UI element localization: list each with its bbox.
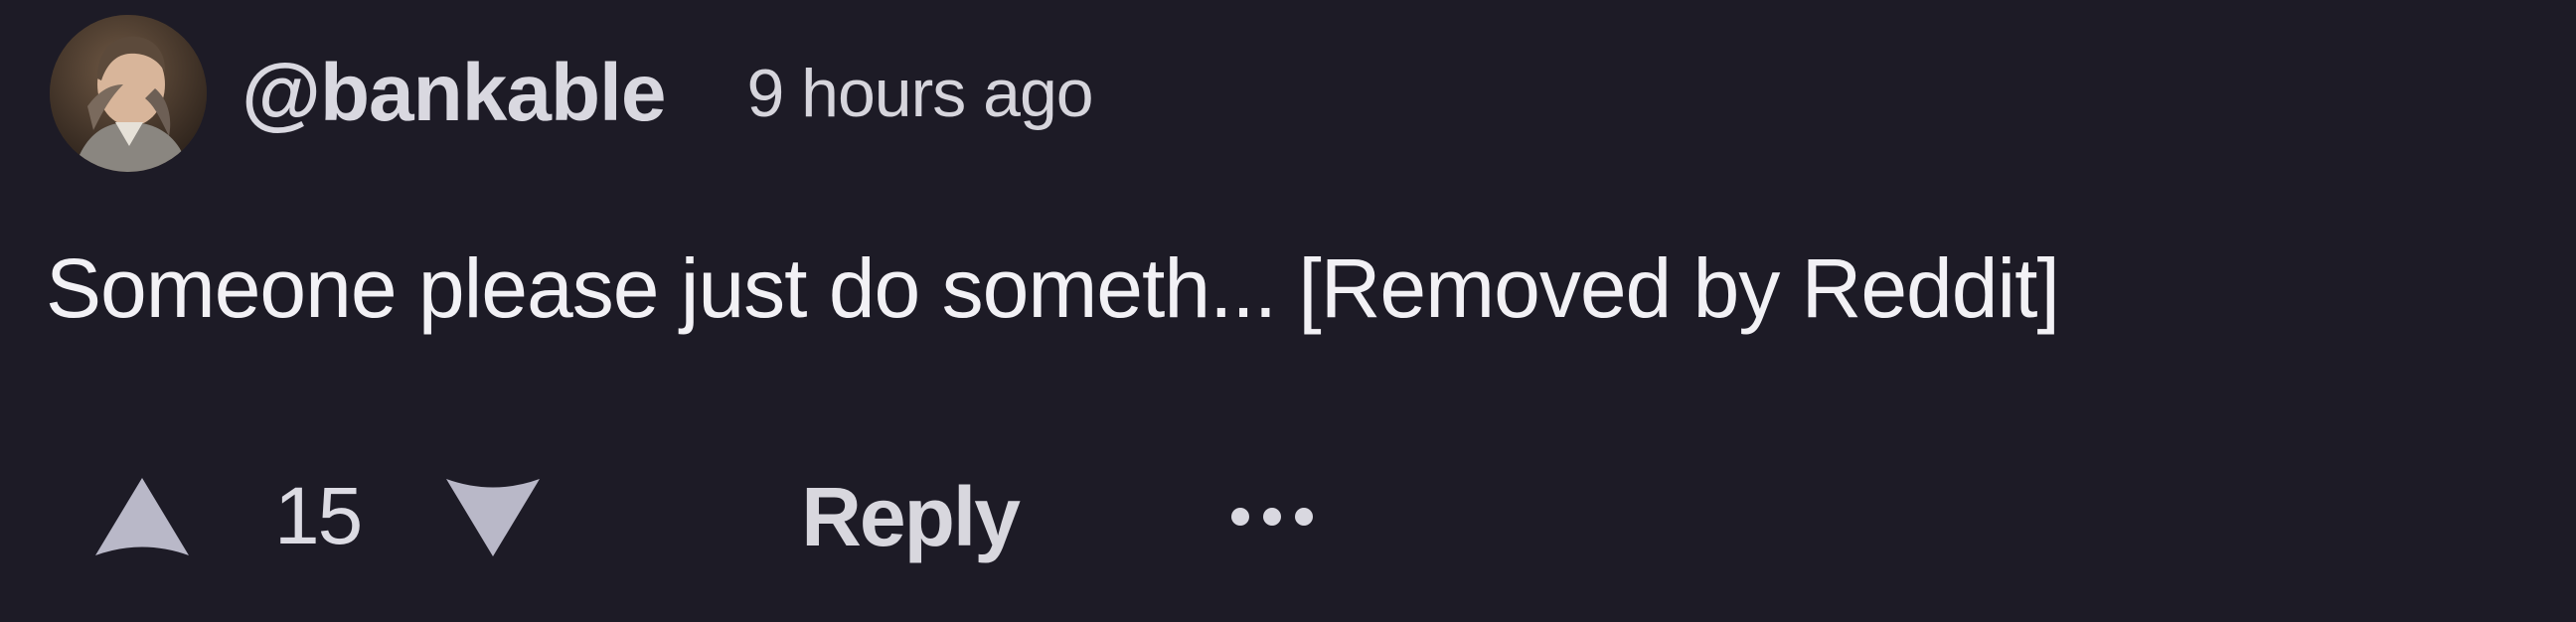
comment-card: @bankable 9 hours ago Someone please jus… <box>0 0 2576 622</box>
username[interactable]: @bankable <box>242 53 666 134</box>
upvote-button[interactable] <box>87 462 197 571</box>
comment-header: @bankable 9 hours ago <box>50 14 1094 173</box>
more-options-icon <box>1230 508 1313 526</box>
downvote-arrow-icon <box>446 478 541 556</box>
downvote-button[interactable] <box>438 462 548 571</box>
comment-actions: 15 Reply <box>87 462 1322 571</box>
timestamp: 9 hours ago <box>746 56 1093 131</box>
user-avatar[interactable] <box>50 15 207 172</box>
reply-button[interactable]: Reply <box>801 475 1021 558</box>
more-options-button[interactable] <box>1222 487 1322 546</box>
vote-count: 15 <box>274 471 363 561</box>
upvote-arrow-icon <box>95 477 189 555</box>
comment-text: Someone please just do someth... [Remove… <box>46 241 2060 335</box>
